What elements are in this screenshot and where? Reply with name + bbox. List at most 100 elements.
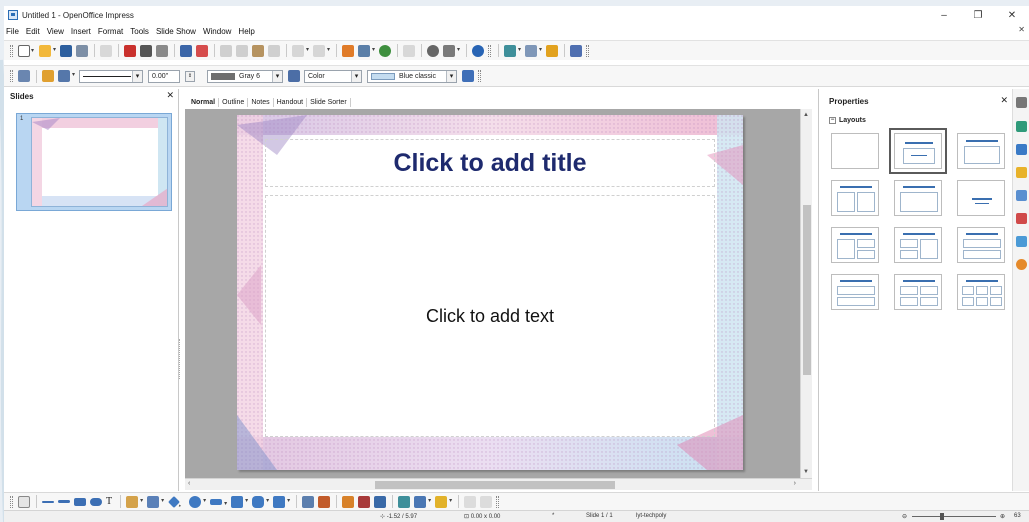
styles-tab-icon[interactable] — [1016, 213, 1027, 224]
globe-icon[interactable] — [379, 44, 391, 57]
chevron-down-icon[interactable]: ▾ — [351, 70, 361, 82]
slide-layout-icon[interactable] — [525, 44, 542, 57]
chart-icon[interactable] — [342, 44, 354, 57]
line-style-icon[interactable] — [42, 70, 54, 82]
autospellcheck-icon[interactable] — [196, 44, 208, 57]
menu-help[interactable]: Help — [238, 27, 254, 36]
toolbar-handle[interactable] — [478, 70, 481, 82]
shadow-toggle-icon[interactable] — [480, 495, 493, 508]
extrusion-icon[interactable] — [464, 495, 477, 508]
print-icon[interactable] — [140, 44, 152, 57]
menu-file[interactable]: File — [6, 27, 19, 36]
arrange-icon[interactable] — [435, 495, 452, 508]
scroll-right-icon[interactable]: › — [794, 480, 796, 487]
connector-tool-icon[interactable] — [147, 495, 164, 508]
animation-tab-icon[interactable] — [1016, 167, 1027, 178]
email-icon[interactable] — [76, 44, 88, 57]
select-pointer-icon[interactable] — [18, 495, 30, 508]
display-grid-icon[interactable] — [403, 44, 415, 57]
menu-window[interactable]: Window — [203, 27, 231, 36]
basic-shapes-icon[interactable] — [168, 495, 181, 508]
menu-tools[interactable]: Tools — [130, 27, 149, 36]
title-placeholder[interactable]: Click to add title — [265, 139, 715, 187]
rotate-icon[interactable] — [398, 495, 411, 508]
minimize-button[interactable]: – — [927, 6, 961, 24]
zoom-icon[interactable] — [443, 44, 460, 57]
menu-format[interactable]: Format — [98, 27, 123, 36]
menu-view[interactable]: View — [47, 27, 64, 36]
layout-title-six-content[interactable] — [957, 274, 1005, 310]
layout-title-only[interactable] — [957, 133, 1005, 169]
gluepoints-icon[interactable] — [318, 495, 331, 508]
gallery-icon[interactable] — [358, 495, 371, 508]
zoom-level[interactable]: 63 — [1014, 513, 1021, 519]
callouts-icon[interactable] — [252, 495, 269, 508]
slide-transition-tab-icon[interactable] — [1016, 190, 1027, 201]
layout-title-content[interactable] — [889, 128, 947, 174]
maximize-button[interactable]: ❐ — [961, 6, 995, 24]
symbol-shapes-icon[interactable] — [189, 495, 206, 508]
rectangle-tool-icon[interactable] — [74, 497, 86, 506]
undo-icon[interactable] — [292, 44, 309, 57]
toolbar-handle[interactable] — [488, 44, 491, 57]
collapse-icon[interactable]: − — [829, 117, 836, 124]
tab-slide-sorter[interactable]: Slide Sorter — [307, 97, 351, 107]
export-pdf-icon[interactable] — [124, 44, 136, 57]
vertical-scrollbar[interactable]: ▲ ▼ — [800, 109, 812, 478]
fontwork-icon[interactable] — [374, 495, 387, 508]
line-color-select[interactable]: Gray 6 ▾ — [207, 69, 283, 83]
close-document-icon[interactable]: ✕ — [1018, 25, 1025, 34]
text-tool-icon[interactable]: T — [106, 496, 112, 507]
area-style-select[interactable]: Color ▾ — [304, 69, 362, 83]
menu-edit[interactable]: Edit — [26, 27, 40, 36]
slide-edit-area[interactable]: Click to add title Click to add text — [185, 109, 800, 478]
slide-canvas[interactable]: Click to add title Click to add text — [237, 115, 743, 470]
toolbar-handle[interactable] — [10, 70, 13, 82]
zoom-out-icon[interactable]: ⊖ — [902, 513, 907, 520]
curve-tool-icon[interactable] — [126, 495, 143, 508]
content-placeholder[interactable]: Click to add text — [265, 195, 715, 437]
layouts-section-header[interactable]: − Layouts — [829, 117, 866, 124]
sidebar-menu-icon[interactable] — [1016, 97, 1027, 108]
redo-icon[interactable] — [313, 44, 330, 57]
scroll-up-icon[interactable]: ▲ — [803, 112, 809, 118]
layout-blank[interactable] — [831, 133, 879, 169]
paste-icon[interactable] — [252, 44, 264, 57]
modified-indicator[interactable]: * — [552, 513, 554, 519]
toolbar-handle[interactable] — [586, 44, 589, 57]
layout-title-two-content[interactable] — [831, 180, 879, 216]
master-pages-tab-icon[interactable] — [1016, 144, 1027, 155]
slide-icon[interactable] — [504, 44, 521, 57]
close-properties-pane-icon[interactable]: ✕ — [1000, 95, 1008, 106]
arrow-style-icon[interactable] — [58, 70, 75, 82]
area-color-select[interactable]: Blue classic ▾ — [367, 69, 457, 83]
menu-insert[interactable]: Insert — [71, 27, 91, 36]
line-tool-icon[interactable] — [42, 500, 54, 503]
stars-icon[interactable] — [273, 495, 290, 508]
area-icon[interactable] — [288, 70, 300, 82]
ellipse-tool-icon[interactable] — [90, 497, 102, 506]
cut-icon[interactable] — [220, 44, 232, 57]
spellcheck-icon[interactable] — [180, 44, 192, 57]
tab-notes[interactable]: Notes — [248, 97, 274, 107]
vertical-scroll-thumb[interactable] — [803, 205, 811, 375]
clone-formatting-icon[interactable] — [268, 44, 280, 57]
new-document-icon[interactable] — [18, 44, 34, 57]
layout-title-content-alt[interactable] — [894, 180, 942, 216]
line-width-field[interactable]: 0.00" — [148, 69, 180, 83]
slide-show-icon[interactable] — [570, 44, 582, 57]
copy-icon[interactable] — [236, 44, 248, 57]
close-window-button[interactable]: ✕ — [995, 6, 1029, 24]
toolbar-handle[interactable] — [496, 495, 500, 508]
open-folder-icon[interactable] — [39, 44, 56, 57]
layout-title-content-over[interactable] — [831, 274, 879, 310]
points-icon[interactable] — [302, 495, 315, 508]
layout-title-two-content-alt[interactable] — [894, 227, 942, 263]
save-icon[interactable] — [60, 44, 72, 57]
layout-title-four-content[interactable] — [894, 274, 942, 310]
gallery-tab-icon[interactable] — [1016, 236, 1027, 247]
line-width-spinner-icon[interactable]: ⇕ — [185, 70, 195, 82]
layout-title-two-over[interactable] — [957, 227, 1005, 263]
layout-centered-text[interactable] — [957, 180, 1005, 216]
chevron-down-icon[interactable]: ▾ — [446, 70, 456, 82]
